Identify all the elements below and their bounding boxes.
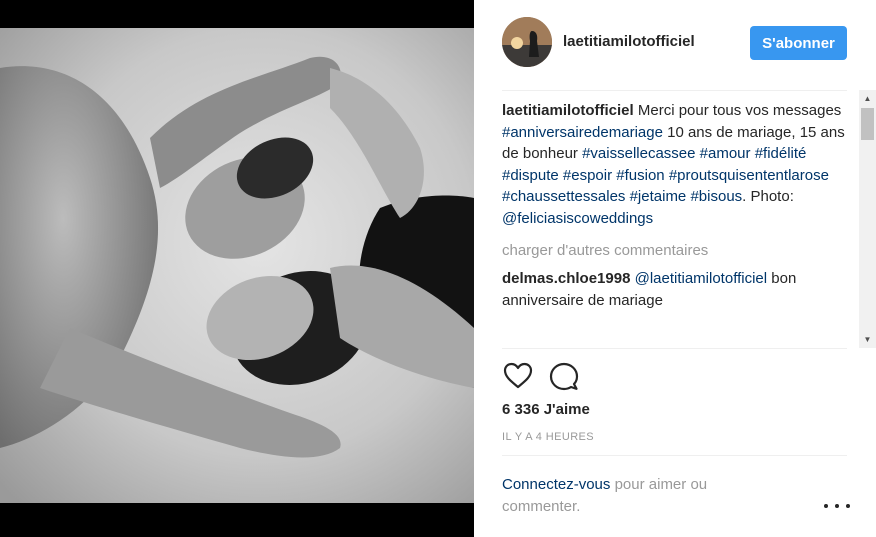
login-divider (502, 455, 847, 456)
post-header: laetitiamilotofficiel S'abonner (474, 0, 876, 90)
header-username-link[interactable]: laetitiamilotofficiel (563, 33, 695, 50)
scrollbar-thumb[interactable] (861, 108, 874, 140)
login-link[interactable]: Connectez-vous (502, 476, 610, 493)
caption-hashtag-link[interactable]: #fusion (616, 167, 664, 184)
comment: delmas.chloe1998 @laetitiamilotofficiel … (502, 268, 854, 311)
caption-hashtag-link[interactable]: #proutsquisententlarose (669, 167, 829, 184)
caption-hashtag-link[interactable]: #jetaime (630, 188, 687, 205)
scroll-down-arrow-icon[interactable]: ▼ (859, 331, 876, 348)
caption-hashtag-link[interactable]: #amour (700, 145, 751, 162)
actions-divider (502, 348, 847, 349)
caption-hashtag-link[interactable]: #dispute (502, 167, 559, 184)
comment-username[interactable]: delmas.chloe1998 (502, 270, 630, 287)
likes-count[interactable]: 6 336 J'aime (502, 401, 590, 418)
comment-mention[interactable]: @laetitiamilotofficiel (635, 270, 768, 287)
comment-button[interactable] (548, 360, 580, 392)
caption-hashtag-link[interactable]: #chaussettessales (502, 188, 625, 205)
caption-hashtag-link[interactable]: #espoir (563, 167, 612, 184)
post-actions (502, 360, 602, 392)
follow-button[interactable]: S'abonner (750, 26, 847, 60)
caption: laetitiamilotofficiel Merci pour tous vo… (502, 100, 854, 229)
load-more-comments-link[interactable]: charger d'autres commentaires (502, 240, 854, 261)
post-timestamp[interactable]: IL Y A 4 HEURES (502, 431, 594, 443)
login-prompt: Connectez-vous pour aimer ou commenter. (502, 474, 762, 517)
caption-hashtag-link[interactable]: #bisous (690, 188, 742, 205)
heart-icon (503, 362, 533, 389)
like-button[interactable] (502, 360, 534, 392)
caption-text: Merci pour tous vos messages #anniversai… (502, 102, 845, 227)
caption-hashtag-link[interactable]: @feliciasiscoweddings (502, 210, 653, 227)
avatar-image (502, 17, 552, 67)
comments-area: laetitiamilotofficiel Merci pour tous vo… (502, 100, 854, 342)
caption-hashtag-link[interactable]: #fidélité (755, 145, 807, 162)
caption-text-segment: Merci pour tous vos messages (637, 102, 842, 119)
comment-icon (549, 362, 579, 391)
post-sidebar: laetitiamilotofficiel S'abonner laetitia… (474, 0, 876, 537)
caption-hashtag-link[interactable]: #vaissellecassee (582, 145, 695, 162)
comments-scrollbar[interactable]: ▲ ▼ (859, 90, 876, 348)
header-divider (502, 90, 847, 91)
avatar[interactable] (502, 17, 552, 67)
post-photo[interactable] (0, 28, 474, 503)
more-options-icon[interactable] (824, 496, 850, 516)
caption-username[interactable]: laetitiamilotofficiel (502, 102, 634, 119)
caption-hashtag-link[interactable]: #anniversairedemariage (502, 124, 663, 141)
scroll-up-arrow-icon[interactable]: ▲ (859, 90, 876, 107)
photo-illustration (0, 28, 474, 503)
photo-pane (0, 0, 474, 537)
caption-text-segment: . Photo: (742, 188, 794, 205)
